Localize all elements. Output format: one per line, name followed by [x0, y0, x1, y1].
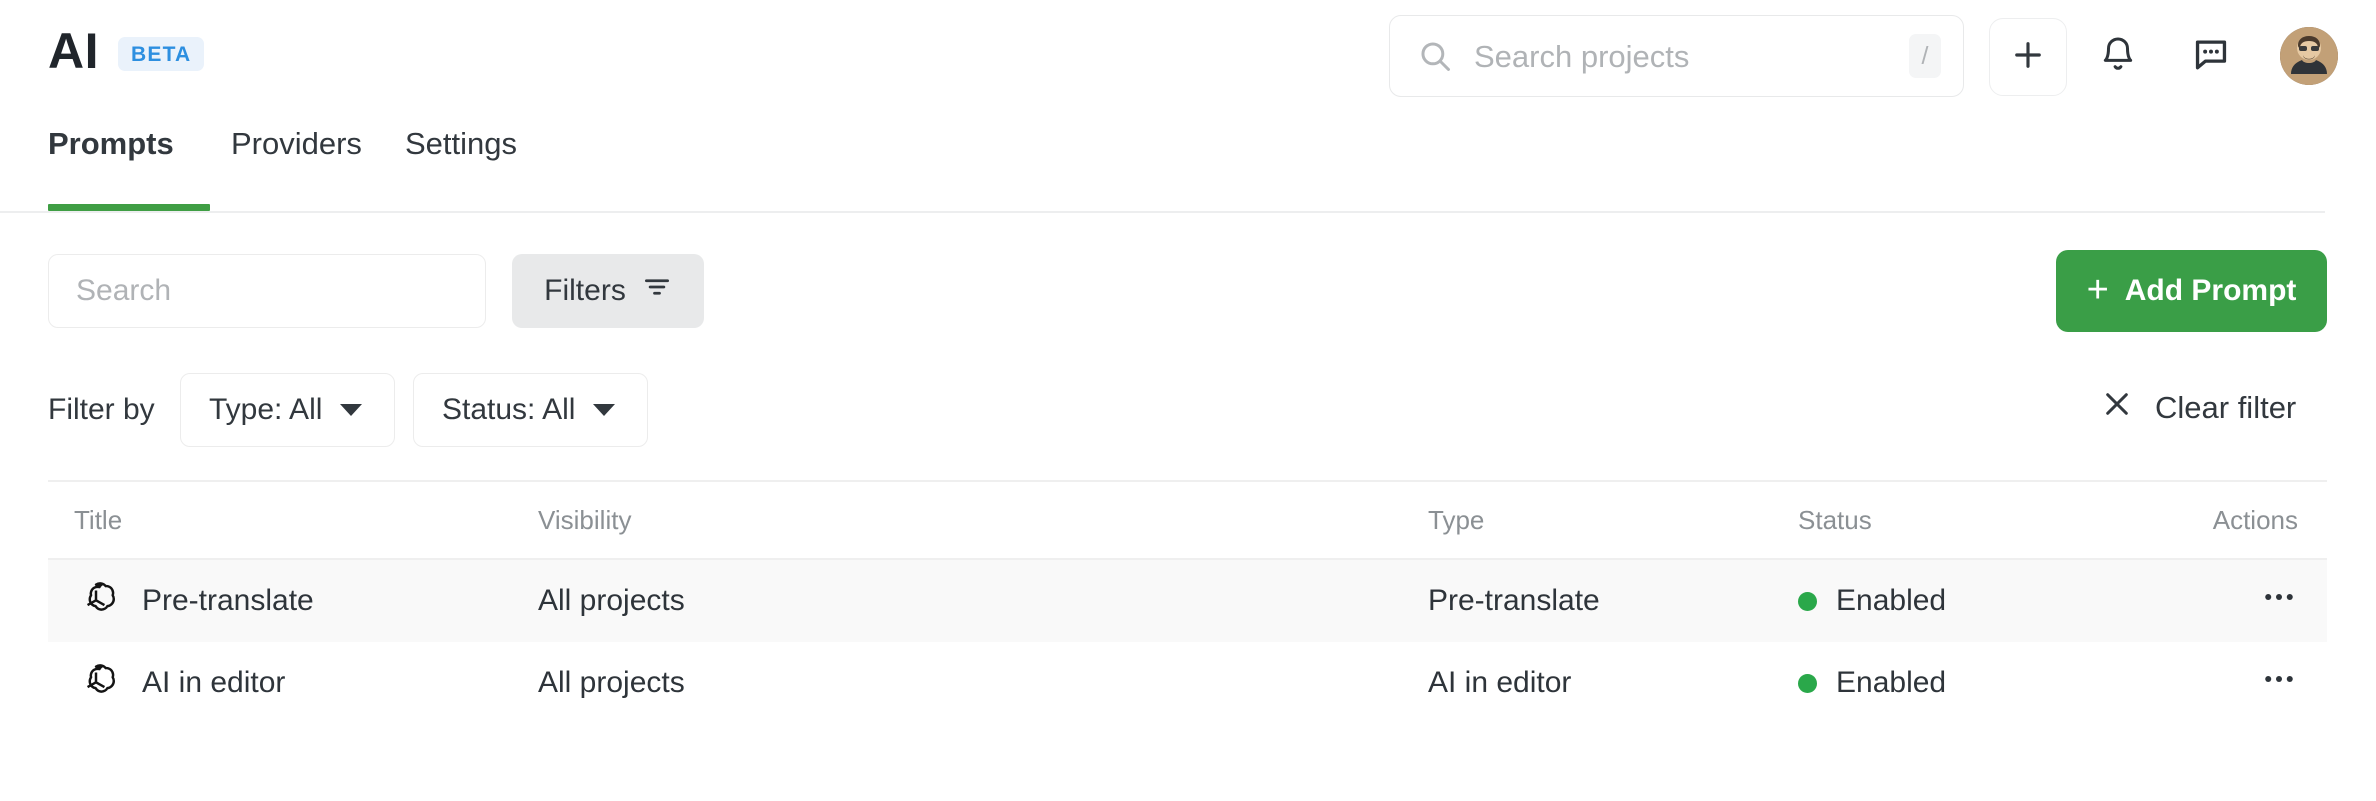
app-page: AI BETA Search projects / Prompts Provid… [0, 0, 2376, 801]
close-icon [2101, 388, 2133, 428]
filters-button[interactable]: Filters [512, 254, 704, 328]
row-actions-cell[interactable] [2158, 578, 2327, 624]
row-type-cell: Pre-translate [1428, 584, 1600, 617]
clear-filter-label: Clear filter [2155, 390, 2297, 425]
row-visibility-cell: All projects [538, 584, 685, 617]
filters-button-label: Filters [544, 274, 626, 307]
tab-prompts[interactable]: Prompts [48, 128, 174, 169]
status-badge: Enabled [1836, 666, 1947, 699]
type-filter-dropdown[interactable]: Type: All [180, 373, 395, 447]
plus-icon: + [2086, 268, 2109, 311]
row-actions-cell[interactable] [2158, 660, 2327, 706]
chevron-down-icon [593, 404, 616, 416]
status-badge: Enabled [1836, 584, 1947, 617]
user-avatar[interactable] [2280, 27, 2338, 85]
chat-bubble-icon [2192, 35, 2230, 78]
tab-settings[interactable]: Settings [405, 128, 517, 169]
clear-filter-button[interactable]: Clear filter [2101, 388, 2296, 428]
prompts-table: Title Visibility Type Status Actions Pre… [48, 480, 2327, 724]
openai-logo-icon [74, 661, 118, 705]
status-filter-value: Status: All [442, 393, 576, 426]
column-header-status: Status [1798, 504, 1872, 535]
search-icon [1418, 39, 1452, 73]
search-input[interactable]: Search [48, 254, 486, 328]
row-status-cell: Enabled [1798, 584, 2158, 618]
column-header-actions: Actions [2212, 504, 2298, 535]
table-header-row: Title Visibility Type Status Actions [48, 480, 2327, 560]
avatar-icon [2280, 27, 2338, 85]
search-input-placeholder: Search [76, 274, 172, 307]
plus-icon [2010, 37, 2046, 78]
table-row[interactable]: Pre-translate All projects Pre-translate… [48, 560, 2327, 642]
column-header-type: Type [1428, 504, 1485, 535]
global-search-placeholder: Search projects [1474, 38, 1690, 74]
global-search[interactable]: Search projects / [1389, 15, 1964, 97]
status-indicator-dot [1798, 673, 1817, 693]
search-shortcut-key: / [1909, 34, 1941, 78]
filter-by-label: Filter by [48, 393, 155, 426]
filter-icon [642, 272, 672, 310]
openai-logo-icon [74, 579, 118, 623]
table-row[interactable]: AI in editor All projects AI in editor E… [48, 642, 2327, 724]
more-options-icon[interactable] [2260, 663, 2298, 707]
row-title-cell: AI in editor [48, 661, 538, 705]
row-title-label: Pre-translate [142, 584, 314, 617]
status-filter-dropdown[interactable]: Status: All [413, 373, 648, 447]
column-header-visibility: Visibility [538, 504, 632, 535]
beta-badge: BETA [118, 37, 205, 71]
row-visibility-cell: All projects [538, 666, 685, 699]
row-status-cell: Enabled [1798, 666, 2158, 700]
more-options-icon[interactable] [2260, 581, 2298, 625]
brand-title: AI [48, 23, 99, 79]
row-title-cell: Pre-translate [48, 579, 538, 623]
bell-icon [2099, 35, 2137, 78]
add-button[interactable] [1989, 18, 2067, 96]
chevron-down-icon [340, 404, 363, 416]
type-filter-value: Type: All [209, 393, 323, 426]
add-prompt-label: Add Prompt [2124, 274, 2297, 307]
messages-button[interactable] [2180, 25, 2242, 87]
add-prompt-button[interactable]: + Add Prompt [2056, 250, 2327, 332]
active-tab-indicator [48, 204, 210, 211]
tab-providers[interactable]: Providers [231, 128, 362, 169]
column-header-title: Title [74, 504, 123, 535]
row-title-label: AI in editor [142, 666, 286, 699]
notifications-button[interactable] [2087, 25, 2149, 87]
tab-bar: Prompts Providers Settings [0, 128, 2325, 213]
status-indicator-dot [1798, 591, 1817, 611]
brand: AI BETA [48, 23, 205, 79]
row-type-cell: AI in editor [1428, 666, 1572, 699]
